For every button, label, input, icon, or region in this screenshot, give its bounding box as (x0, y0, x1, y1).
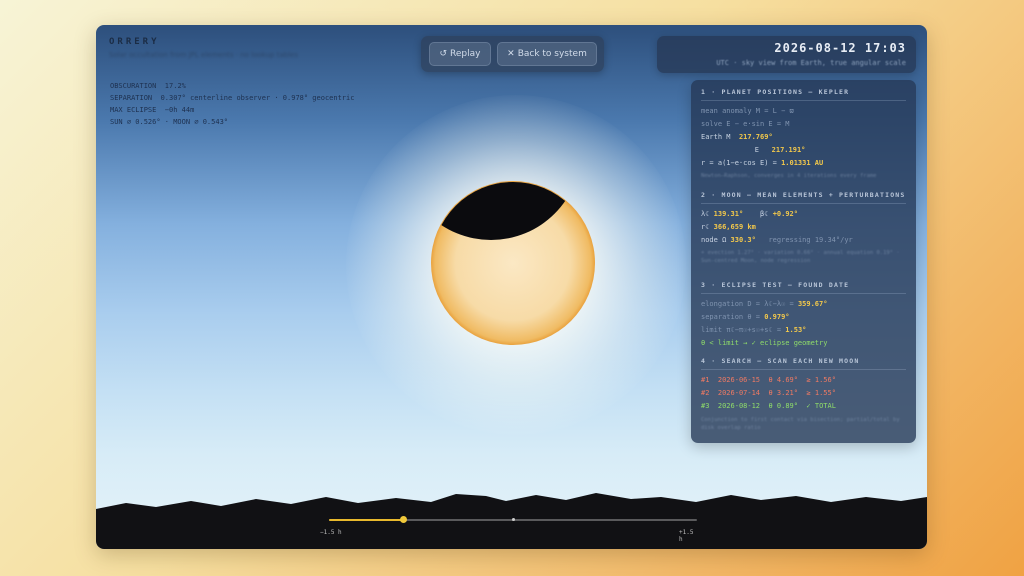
horizon-silhouette (96, 493, 927, 549)
scrubber-progress (329, 519, 403, 521)
scrubber-start-label: −1.5 h (320, 529, 342, 536)
scrubber-end-label: +1.5 h (679, 529, 694, 543)
timeline-scrubber[interactable]: −1.5 h +1.5 h (320, 516, 697, 543)
scrubber-center-mark (511, 518, 515, 521)
orrery-app: ORRERY Solar occultation from JPL elemen… (96, 25, 927, 549)
scrubber-thumb[interactable] (399, 516, 407, 523)
